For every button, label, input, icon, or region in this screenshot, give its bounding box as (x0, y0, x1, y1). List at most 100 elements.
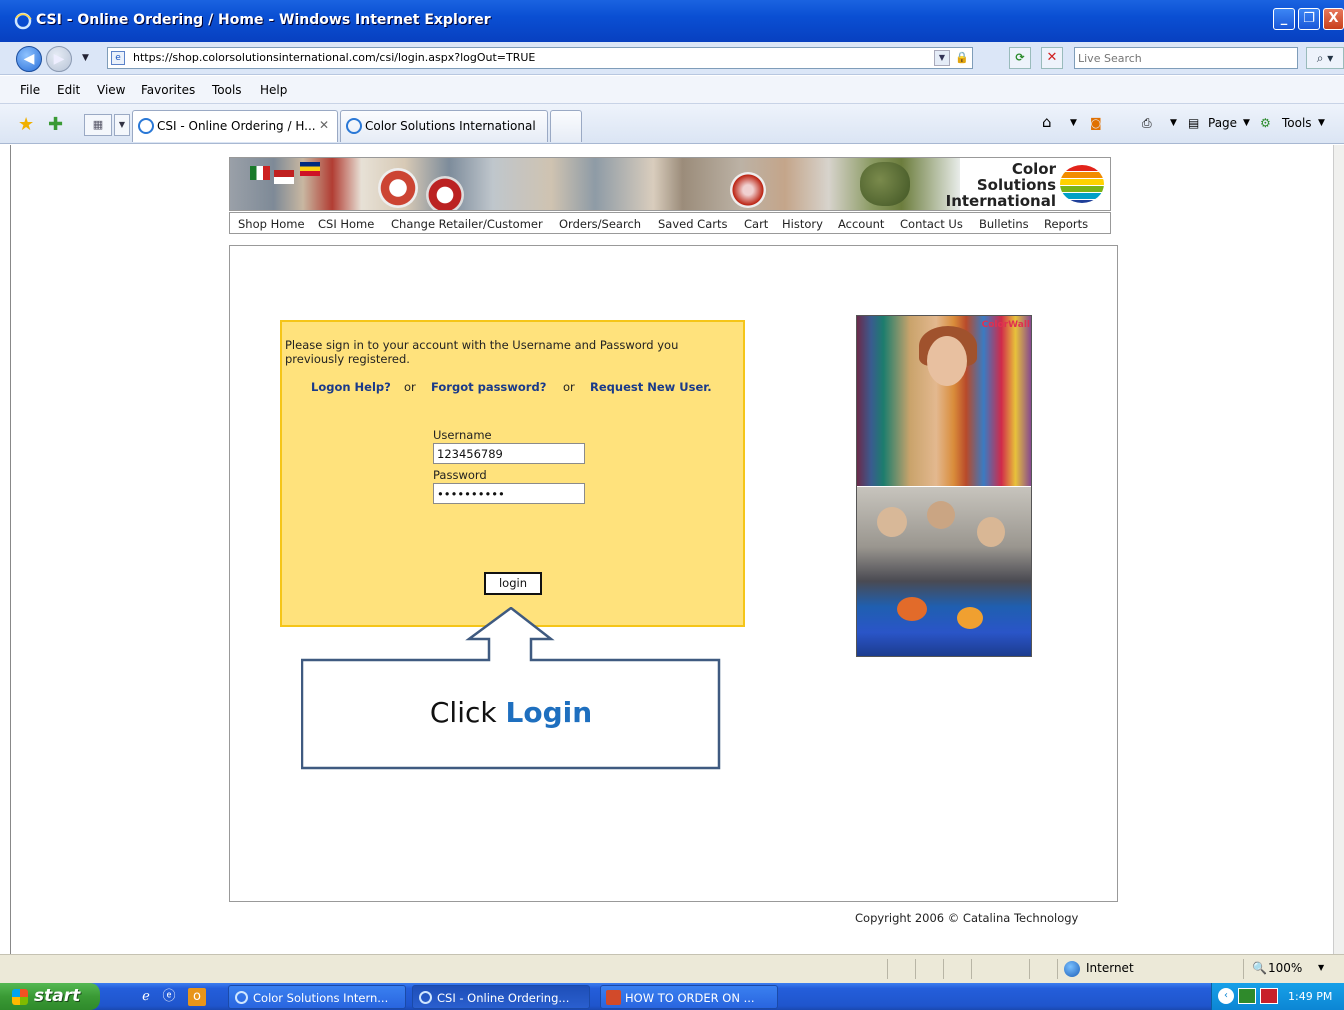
nav-contact-us[interactable]: Contact Us (900, 217, 963, 231)
back-button[interactable]: ◀ (16, 46, 42, 72)
page-icon[interactable]: ▤ (1188, 116, 1199, 130)
paint-can-image (378, 168, 418, 208)
address-toolbar: ◀ ▶ ▼ e https://shop.colorsolutionsinter… (0, 42, 1344, 75)
password-input[interactable] (433, 483, 585, 504)
menu-view[interactable]: View (97, 83, 125, 97)
address-url[interactable]: https://shop.colorsolutionsinternational… (133, 51, 535, 64)
page-dropdown-icon[interactable]: ▼ (1243, 118, 1250, 128)
menu-tools[interactable]: Tools (212, 83, 242, 97)
clock[interactable]: 1:49 PM (1288, 990, 1332, 1003)
taskbar-item-how-to-order[interactable]: HOW TO ORDER ON ... (600, 985, 778, 1009)
print-icon[interactable]: ⎙ (1142, 116, 1152, 131)
start-button[interactable]: start (0, 983, 100, 1010)
ie-tab-icon (138, 118, 154, 134)
menu-favorites[interactable]: Favorites (141, 83, 195, 97)
color-solutions-logo: Color Solutions International (946, 160, 1104, 210)
status-divider (915, 959, 916, 979)
search-button[interactable]: ⌕ ▾ (1306, 47, 1344, 69)
nav-csi-home[interactable]: CSI Home (318, 217, 374, 231)
vertical-scrollbar[interactable] (1333, 145, 1344, 954)
stop-button[interactable]: ✕ (1041, 47, 1063, 69)
nav-bulletins[interactable]: Bulletins (979, 217, 1029, 231)
nav-history[interactable]: History (782, 217, 823, 231)
taskbar-item-csi-online-ordering[interactable]: CSI - Online Ordering... (412, 985, 590, 1009)
nav-shop-home[interactable]: Shop Home (238, 217, 305, 231)
nav-reports[interactable]: Reports (1044, 217, 1088, 231)
history-dropdown-icon[interactable]: ▼ (82, 53, 89, 63)
address-bar[interactable]: e https://shop.colorsolutionsinternation… (107, 47, 973, 69)
login-button[interactable]: login (484, 572, 542, 595)
address-dropdown-icon[interactable]: ▼ (934, 50, 950, 66)
nav-change-retailer[interactable]: Change Retailer/Customer (391, 217, 543, 231)
nav-orders-search[interactable]: Orders/Search (559, 217, 641, 231)
new-tab-button[interactable] (550, 110, 582, 142)
logon-help-link[interactable]: Logon Help? (311, 380, 391, 394)
logo-stripe (1060, 200, 1104, 203)
copyright-text: Copyright 2006 © Catalina Technology (855, 911, 1079, 925)
forward-button[interactable]: ▶ (46, 46, 72, 72)
menu-edit[interactable]: Edit (57, 83, 80, 97)
refresh-button[interactable]: ⟳ (1009, 47, 1031, 69)
photo-detail (977, 517, 1005, 547)
quick-tabs-icon[interactable]: ▦ (84, 114, 112, 136)
tab-label: Color Solutions International (365, 119, 536, 133)
tab-label: CSI - Online Ordering / H... (157, 119, 316, 133)
taskbar-item-label: HOW TO ORDER ON ... (625, 991, 755, 1005)
request-new-user-link[interactable]: Request New User. (590, 380, 712, 394)
tray-antivirus-icon[interactable] (1260, 988, 1278, 1004)
feeds-icon[interactable]: ◙ (1090, 116, 1102, 130)
tab-list-dropdown-icon[interactable]: ▼ (114, 114, 130, 136)
logo-line-2: Solutions (976, 176, 1056, 194)
tab-csi-online-ordering[interactable]: CSI - Online Ordering / H... ✕ (132, 110, 338, 142)
nav-cart[interactable]: Cart (744, 217, 768, 231)
logo-line-1: Color (1011, 160, 1056, 178)
taskbar-item-color-solutions[interactable]: Color Solutions Intern... (228, 985, 406, 1009)
nav-account[interactable]: Account (838, 217, 884, 231)
minimize-button[interactable]: _ (1273, 8, 1295, 30)
add-favorites-icon[interactable]: ✚ (48, 114, 63, 135)
quicklaunch-ie2-icon[interactable]: ⓔ (160, 988, 178, 1006)
favorites-star-icon[interactable]: ★ (18, 114, 34, 135)
banner-photo-collage (230, 158, 960, 210)
forgot-password-link[interactable]: Forgot password? (431, 380, 546, 394)
home-dropdown-icon[interactable]: ▼ (1070, 118, 1077, 128)
tools-gear-icon[interactable]: ⚙ (1260, 116, 1271, 130)
quicklaunch-outlook-icon[interactable]: o (188, 988, 206, 1006)
status-divider (971, 959, 972, 979)
search-box[interactable] (1074, 47, 1298, 69)
tools-dropdown-icon[interactable]: ▼ (1318, 118, 1325, 128)
tab-color-solutions[interactable]: Color Solutions International (340, 110, 548, 142)
print-dropdown-icon[interactable]: ▼ (1170, 118, 1177, 128)
tray-app-icon[interactable] (1238, 988, 1256, 1004)
flag-image (274, 170, 294, 184)
zoom-dropdown-icon[interactable]: ▼ (1318, 963, 1324, 972)
nav-saved-carts[interactable]: Saved Carts (658, 217, 728, 231)
system-tray: ‹ 1:49 PM (1211, 983, 1344, 1010)
site-banner: Color Solutions International (229, 157, 1111, 211)
security-zone[interactable]: Internet (1086, 961, 1134, 975)
tools-menu[interactable]: Tools (1282, 116, 1312, 130)
page-menu[interactable]: Page (1208, 116, 1237, 130)
quicklaunch-ie-icon[interactable]: ℯ (137, 988, 155, 1006)
side-photo: ColorWall (856, 315, 1032, 657)
status-divider (1057, 959, 1058, 979)
callout-emphasis: Login (505, 696, 593, 729)
start-label: start (34, 986, 81, 1006)
callout-box (301, 607, 721, 770)
logo-stripe (1060, 186, 1104, 192)
logo-line-3: International (945, 192, 1056, 210)
lock-icon[interactable]: 🔒 (954, 50, 970, 66)
username-input[interactable] (433, 443, 585, 464)
menu-file[interactable]: File (20, 83, 40, 97)
maximize-button[interactable]: ❐ (1298, 8, 1320, 30)
powerpoint-icon (606, 990, 621, 1005)
tab-close-icon[interactable]: ✕ (319, 118, 329, 132)
close-button[interactable]: X (1323, 8, 1344, 30)
zoom-level[interactable]: 100% (1268, 961, 1302, 975)
home-icon[interactable]: ⌂ (1042, 113, 1052, 131)
search-input[interactable] (1075, 48, 1297, 68)
menu-bar: File Edit View Favorites Tools Help (0, 76, 1344, 104)
menu-help[interactable]: Help (260, 83, 287, 97)
tray-expand-icon[interactable]: ‹ (1218, 988, 1234, 1004)
taskbar-item-label: Color Solutions Intern... (253, 991, 389, 1005)
